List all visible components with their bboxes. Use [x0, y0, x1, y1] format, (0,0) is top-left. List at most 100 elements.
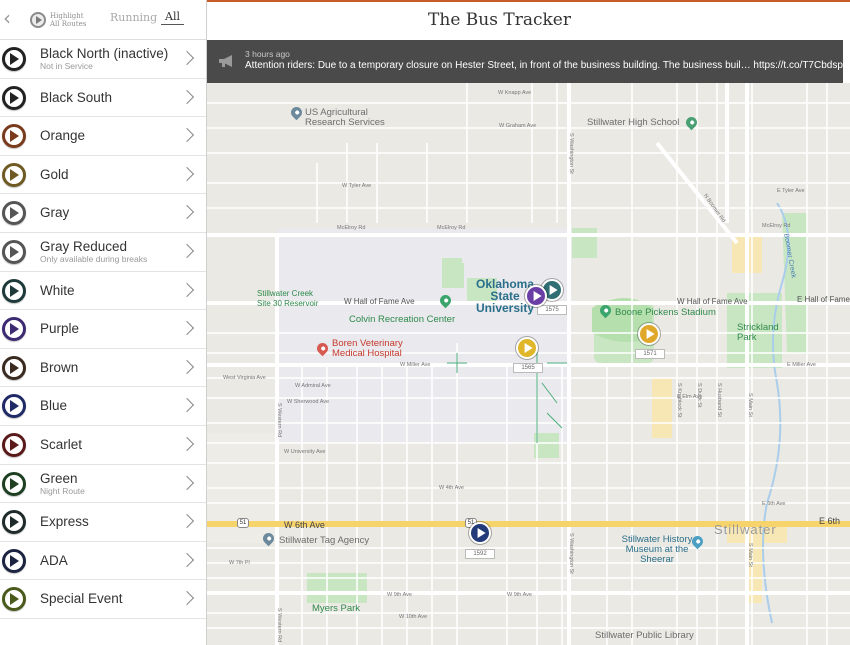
route-play-icon: [2, 47, 26, 71]
poi-label: Strickland Park: [737, 322, 779, 343]
route-item[interactable]: White: [0, 272, 206, 311]
route-name: Gray: [40, 205, 70, 221]
street-label: E Hall of Fame: [797, 295, 850, 304]
play-icon: [30, 12, 46, 28]
bus-direction-icon: [477, 528, 486, 538]
street-label: W Admiral Ave: [295, 383, 331, 389]
route-subtitle: Not in Service: [40, 61, 93, 71]
route-play-icon: [2, 587, 26, 612]
route-item[interactable]: ADA: [0, 542, 206, 581]
highlight-all-routes-button[interactable]: Highlight All Routes: [30, 9, 90, 31]
filter-running-tab[interactable]: Running: [110, 11, 157, 24]
route-item[interactable]: Blue: [0, 387, 206, 426]
route-item[interactable]: Special Event: [0, 580, 206, 619]
route-name: Black South: [40, 89, 113, 105]
chevron-right-icon: [179, 514, 195, 529]
chevron-right-icon: [179, 282, 195, 297]
street-label: S Knoblock St: [676, 383, 682, 418]
bus-marker[interactable]: [638, 323, 660, 345]
street-label: W Graham Ave: [499, 123, 537, 129]
chevron-right-icon: [179, 475, 195, 490]
street-label: W 10th Ave: [399, 614, 428, 620]
route-name: Brown: [40, 359, 79, 375]
route-item[interactable]: Scarlet: [0, 426, 206, 465]
chevron-right-icon: [179, 205, 195, 220]
bus-id-label: 1592: [465, 549, 495, 559]
route-name: Blue: [40, 398, 68, 414]
city-label: Stillwater: [714, 522, 777, 537]
street-label: W 9th Ave: [507, 592, 532, 598]
route-play-icon: [2, 548, 26, 573]
poi-label: Boren Veterinary Medical Hospital: [332, 338, 403, 359]
chevron-right-icon: [179, 552, 195, 567]
sidebar-toolbar: ‹ Highlight All Routes Running All: [0, 0, 206, 40]
bus-marker[interactable]: [469, 522, 491, 544]
poi-label: Stillwater Creek Site 30 Reservoir: [257, 289, 319, 308]
street-label: W University Ave: [284, 449, 326, 455]
route-item[interactable]: Purple: [0, 310, 206, 349]
route-play-icon: [2, 471, 26, 496]
route-name: Orange: [40, 128, 86, 144]
poi-label: Stillwater History Museum at the Sheerar: [621, 534, 693, 565]
route-item[interactable]: Gray Reduced Only available during breaks: [0, 233, 206, 272]
street-label: S Husband St: [716, 383, 722, 417]
route-name: Purple: [40, 321, 80, 337]
chevron-right-icon: [179, 166, 195, 181]
street-label: W 4th Ave: [439, 485, 464, 491]
chevron-right-icon: [179, 359, 195, 374]
route-name: White: [40, 282, 75, 298]
chevron-left-icon[interactable]: ‹: [3, 7, 19, 29]
street-label: W Knapp Ave: [498, 90, 532, 96]
bus-marker[interactable]: [516, 337, 538, 359]
bus-id-label: 1575: [537, 305, 567, 315]
filter-all-tab[interactable]: All: [161, 10, 184, 25]
street-label: E Miller Ave: [787, 362, 816, 368]
chevron-right-icon: [179, 398, 195, 413]
route-name: Scarlet: [40, 436, 83, 452]
bus-direction-icon: [549, 285, 558, 295]
alert-message[interactable]: Attention riders: Due to a temporary clo…: [245, 60, 850, 71]
street-label: McElroy Rd: [337, 225, 366, 231]
chevron-right-icon: [179, 50, 195, 66]
route-play-icon: [2, 239, 26, 264]
street-label: W Hall of Fame Ave: [344, 297, 415, 306]
alert-timestamp: 3 hours ago: [245, 49, 290, 59]
poi-label: US Agricultural Research Services: [305, 107, 385, 128]
route-item[interactable]: Orange: [0, 117, 206, 156]
street-label: W 7th Pl: [229, 560, 250, 566]
megaphone-icon: [219, 55, 232, 67]
bus-marker[interactable]: [525, 285, 547, 307]
poi-label: Colvin Recreation Center: [349, 314, 456, 325]
street-label: W 6th Ave: [284, 520, 325, 530]
route-name: Special Event: [40, 591, 123, 607]
street-label: S Western Rd: [276, 608, 282, 643]
bus-direction-icon: [646, 329, 655, 339]
poi-label: Myers Park: [312, 603, 361, 614]
street-label: S Washington St: [568, 133, 574, 174]
route-item[interactable]: Brown: [0, 349, 206, 388]
highlight-all-routes-label: Highlight All Routes: [50, 12, 87, 28]
route-sidebar: ‹ Highlight All Routes Running All Black…: [0, 0, 207, 645]
route-item[interactable]: Black South: [0, 79, 206, 118]
route-item[interactable]: Black North (inactive) Not in Service: [0, 40, 206, 79]
street-label: W Sherwood Ave: [287, 399, 330, 405]
route-play-icon: [2, 278, 26, 303]
highway-shield: 51: [237, 518, 249, 528]
route-name: ADA: [40, 552, 68, 568]
route-item[interactable]: Gray: [0, 194, 206, 233]
street-label: S Main St: [747, 543, 753, 567]
bus-direction-icon: [533, 291, 542, 301]
route-item[interactable]: Express: [0, 503, 206, 542]
route-item[interactable]: Gold: [0, 156, 206, 195]
poi-label: Stillwater Tag Agency: [279, 535, 370, 546]
street-label: W Hall of Fame Ave: [677, 297, 748, 306]
chevron-right-icon: [179, 89, 195, 104]
route-name: Gray Reduced: [40, 238, 128, 254]
street-label: McElroy Rd: [437, 225, 466, 231]
route-item[interactable]: Green Night Route: [0, 465, 206, 504]
alert-banner[interactable]: 3 hours ago Attention riders: Due to a t…: [207, 40, 850, 83]
route-play-icon: [2, 124, 26, 149]
map[interactable]: W Knapp Ave W Graham Ave W Tyler Ave E T…: [207, 83, 850, 645]
poi-label: Boone Pickens Stadium: [615, 307, 716, 318]
street-label: E Tyler Ave: [777, 188, 805, 194]
